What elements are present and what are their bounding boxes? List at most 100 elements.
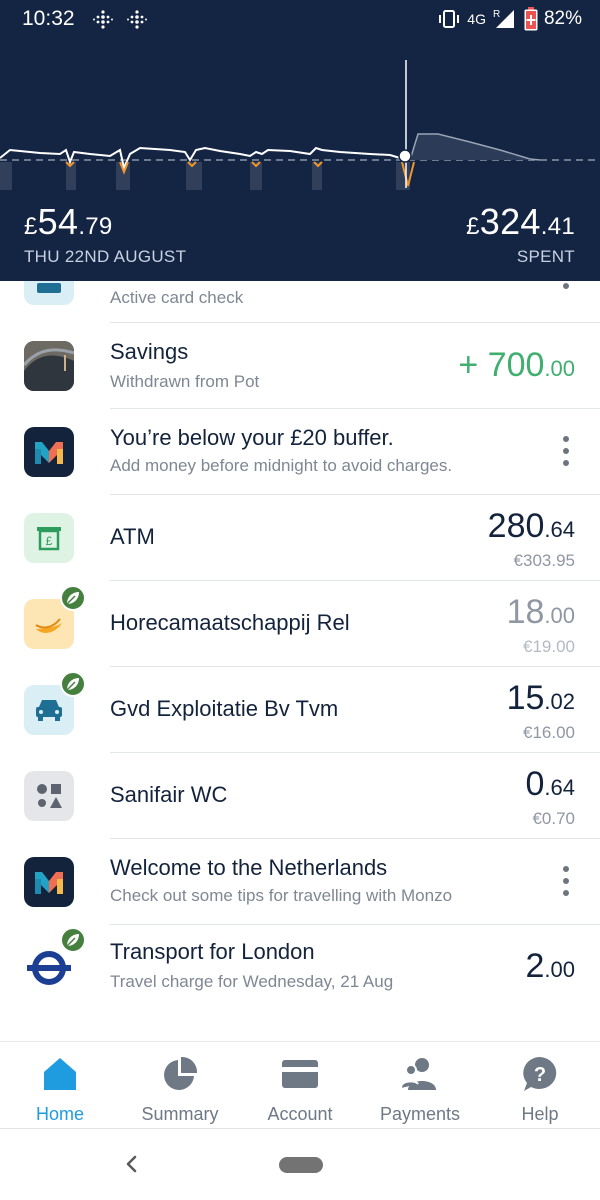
people-icon (400, 1058, 436, 1090)
status-time: 10:32 (22, 7, 75, 30)
system-nav-bar (0, 1128, 600, 1200)
list-item-title: Horecamaatschappij Rel (110, 610, 350, 635)
list-item-subtitle: Withdrawn from Pot (110, 372, 260, 391)
amount-whole: 280 (487, 507, 545, 545)
balance-whole: 54 (37, 201, 79, 242)
tab-label: Payments (379, 1104, 461, 1124)
signal-icon: R (493, 9, 514, 28)
tab-label: Help (521, 1104, 559, 1124)
list-item-horeca[interactable]: Horecamaatschappij Rel 18.00 €19.00 (0, 581, 600, 667)
selection-handle[interactable] (398, 149, 412, 163)
car-icon (24, 281, 74, 305)
spent-currency: £ (466, 213, 480, 240)
spent-block: £324.41 SPENT (466, 201, 575, 267)
list-item-title: Savings (110, 339, 189, 364)
list-item-amount: 18.00 (507, 593, 575, 632)
status-system: 4G R 82% (437, 7, 582, 31)
leaf-icon (60, 927, 86, 953)
balance-date: THU 22ND AUGUST (24, 247, 187, 266)
list-item-title: Transport for London (110, 939, 315, 964)
spent-whole: 324 (479, 201, 541, 242)
list-item-title: Gvd Exploitatie Bv Tvm (110, 696, 339, 721)
list-item-subtitle: Check out some tips for travelling with … (110, 886, 453, 905)
list-item-atm[interactable]: £ ATM 280.64 €303.95 (0, 495, 600, 581)
back-icon[interactable] (118, 1151, 144, 1177)
amount-pence: .64 (544, 517, 575, 542)
balance-header[interactable]: £54.79 THU 22ND AUGUST £324.41 SPENT (0, 38, 600, 281)
list-item-amount: + 700.00 (458, 346, 575, 385)
amount-whole: 18 (506, 593, 545, 631)
amount-whole: 2 (525, 947, 545, 985)
fitbit-icon (93, 10, 113, 29)
list-item-savings[interactable]: Savings Withdrawn from Pot + 700.00 (0, 323, 600, 409)
spending-chart[interactable] (0, 38, 600, 198)
list-item-amount: 2.00 (525, 947, 575, 986)
roaming-indicator: R (493, 9, 500, 20)
spent-label: SPENT (516, 247, 575, 266)
list-item-tfl[interactable]: Transport for London Travel charge for W… (0, 925, 600, 1015)
network-type: 4G (467, 11, 486, 27)
home-gesture-pill[interactable] (279, 1157, 323, 1173)
tab-summary[interactable]: Summary (120, 1054, 240, 1125)
svg-text:£: £ (46, 534, 53, 548)
amount-pence: .00 (544, 957, 575, 982)
amount-whole: 700 (487, 346, 545, 384)
monzo-logo (24, 427, 74, 477)
list-item-amount: 0.64 (525, 765, 575, 804)
vibrate-icon (439, 10, 460, 28)
list-item-title: Welcome to the Netherlands (110, 855, 388, 880)
list-item-subtitle: Travel charge for Wednesday, 21 Aug (110, 972, 394, 991)
fitbit-icon (127, 10, 147, 29)
list-item-title: Sanifair WC (110, 782, 228, 807)
list-item-local-amount: €0.70 (532, 809, 575, 828)
list-item-local-amount: €19.00 (523, 637, 575, 656)
amount-prefix: + (458, 346, 488, 384)
help-bubble-icon: ? (523, 1057, 557, 1091)
list-item-sanifair[interactable]: Sanifair WC 0.64 €0.70 (0, 753, 600, 839)
balance-block: £54.79 THU 22ND AUGUST (24, 201, 186, 267)
spending-line (0, 146, 407, 172)
battery-saver-icon (524, 7, 538, 31)
more-options-button[interactable] (556, 436, 576, 466)
more-options-button[interactable] (556, 281, 576, 289)
tab-label: Summary (141, 1104, 219, 1124)
amount-pence: .02 (544, 689, 575, 714)
spent-pence: .41 (540, 213, 575, 240)
atm-icon: £ (24, 513, 74, 563)
balance-pence: .79 (78, 213, 113, 240)
tab-label: Account (267, 1104, 333, 1124)
dip-bars (0, 162, 410, 190)
list-item-subtitle: Active card check (110, 288, 244, 307)
list-item-amount: 280.64 (488, 507, 575, 546)
transaction-feed[interactable]: Active card check Savings Withdrawn from… (0, 281, 600, 1041)
list-item-partial[interactable]: Active card check (0, 281, 600, 323)
balance-currency: £ (24, 213, 38, 240)
monzo-logo (24, 857, 74, 907)
tab-payments[interactable]: Payments (360, 1054, 480, 1125)
list-item-title: You’re below your £20 buffer. (110, 425, 394, 450)
notification-icons (92, 9, 148, 31)
tab-help[interactable]: ? Help (480, 1054, 600, 1125)
amount-whole: 15 (506, 679, 545, 717)
tab-label: Home (35, 1104, 84, 1124)
home-icon (44, 1058, 76, 1090)
battery-level: 82% (543, 8, 582, 29)
amount-whole: 0 (525, 765, 545, 803)
bottom-nav: Home Summary Account Payments ? Help (0, 1041, 600, 1128)
leaf-icon (60, 671, 86, 697)
svg-text:?: ? (534, 1064, 546, 1086)
list-item-welcome[interactable]: Welcome to the Netherlands Check out som… (0, 839, 600, 925)
tab-account[interactable]: Account (240, 1054, 360, 1125)
more-options-button[interactable] (556, 866, 576, 896)
leaf-icon (60, 585, 86, 611)
tab-home[interactable]: Home (0, 1054, 120, 1125)
card-icon (282, 1060, 318, 1088)
list-item-gvd[interactable]: Gvd Exploitatie Bv Tvm 15.02 €16.00 (0, 667, 600, 753)
amount-pence: .00 (544, 603, 575, 628)
list-item-subtitle: Add money before midnight to avoid charg… (110, 456, 453, 475)
list-item-buffer-warning[interactable]: You’re below your £20 buffer. Add money … (0, 409, 600, 495)
spent-amount: £324.41 (466, 201, 575, 243)
list-item-local-amount: €16.00 (523, 723, 575, 742)
amount-pence: .00 (544, 356, 575, 381)
status-bar: 10:32 4G R 82% (0, 0, 600, 38)
